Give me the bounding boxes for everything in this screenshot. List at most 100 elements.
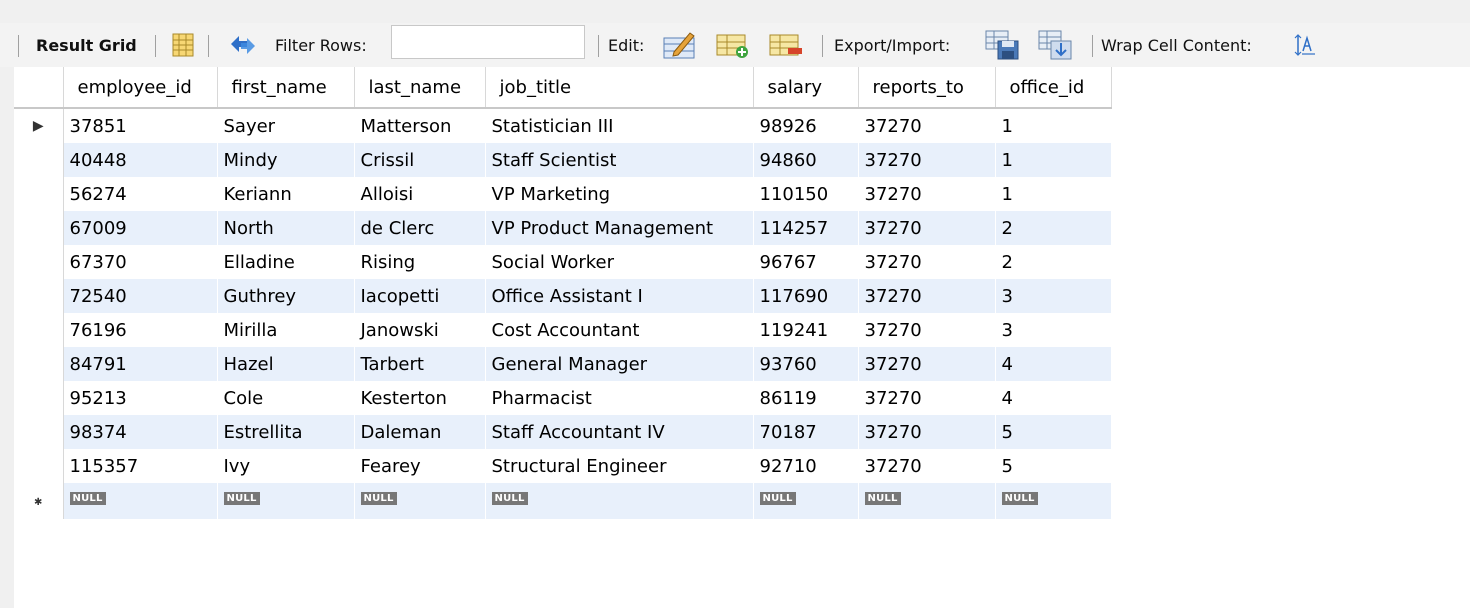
table-cell[interactable]: Cost Accountant (485, 313, 754, 347)
edit-row-icon[interactable] (662, 23, 698, 67)
table-cell[interactable]: Elladine (217, 245, 355, 279)
table-cell[interactable]: VP Marketing (485, 177, 754, 211)
table-cell[interactable]: 37270 (858, 143, 996, 177)
table-cell[interactable]: 37270 (858, 279, 996, 313)
table-cell[interactable]: 96767 (753, 245, 859, 279)
insert-row-icon[interactable] (715, 23, 751, 67)
table-cell[interactable]: 37270 (858, 449, 996, 483)
table-cell[interactable]: 2 (995, 245, 1112, 279)
table-cell[interactable]: 4 (995, 381, 1112, 415)
table-cell[interactable]: 3 (995, 313, 1112, 347)
table-cell[interactable]: Cole (217, 381, 355, 415)
table-row[interactable]: 72540 Guthrey Iacopetti Office Assistant I1… (14, 279, 1112, 313)
row-header[interactable] (14, 279, 64, 313)
row-header[interactable] (14, 313, 64, 347)
table-row[interactable]: 95213 Cole Kesterton Pharmacist 86119 37270 4 (14, 381, 1112, 415)
table-cell[interactable]: 37270 (858, 177, 996, 211)
table-cell[interactable]: Pharmacist (485, 381, 754, 415)
table-cell[interactable]: 86119 (753, 381, 859, 415)
table-cell[interactable]: 67370 (63, 245, 218, 279)
import-icon[interactable] (1037, 23, 1075, 67)
table-cell[interactable]: 37270 (858, 108, 996, 143)
table-cell[interactable]: Office Assistant I (485, 279, 754, 313)
table-cell[interactable]: NULL (485, 483, 754, 519)
table-cell[interactable]: 37270 (858, 245, 996, 279)
table-cell[interactable]: VP Product Management (485, 211, 754, 245)
row-header[interactable]: ✱ (14, 483, 64, 519)
row-header[interactable] (14, 143, 64, 177)
column-header[interactable]: job_title (485, 67, 754, 109)
table-cell[interactable]: 98374 (63, 415, 218, 449)
table-row[interactable]: 56274 Keriann Alloisi VP Marketing 110150 372… (14, 177, 1112, 211)
table-cell[interactable]: 1 (995, 108, 1112, 143)
row-header[interactable] (14, 381, 64, 415)
table-cell[interactable]: Staff Scientist (485, 143, 754, 177)
table-cell[interactable]: Tarbert (354, 347, 486, 381)
row-header[interactable] (14, 177, 64, 211)
table-cell[interactable]: 1 (995, 143, 1112, 177)
table-cell[interactable]: 117690 (753, 279, 859, 313)
table-cell[interactable]: Rising (354, 245, 486, 279)
table-cell[interactable]: 115357 (63, 449, 218, 483)
table-cell[interactable]: Guthrey (217, 279, 355, 313)
table-cell[interactable]: 4 (995, 347, 1112, 381)
filter-rows-input[interactable] (391, 25, 585, 59)
table-row[interactable]: 67370 Elladine Rising Social Worker 96767 372… (14, 245, 1112, 279)
table-cell[interactable]: Estrellita (217, 415, 355, 449)
table-cell[interactable]: 84791 (63, 347, 218, 381)
table-cell[interactable]: Ivy (217, 449, 355, 483)
table-cell[interactable]: Matterson (354, 108, 486, 143)
table-cell[interactable]: 76196 (63, 313, 218, 347)
table-cell[interactable]: 95213 (63, 381, 218, 415)
table-cell[interactable]: NULL (63, 483, 218, 519)
table-cell[interactable]: 56274 (63, 177, 218, 211)
table-cell[interactable]: 37270 (858, 313, 996, 347)
table-cell[interactable]: NULL (753, 483, 859, 519)
table-cell[interactable]: Hazel (217, 347, 355, 381)
result-grid-icon[interactable] (170, 23, 196, 67)
table-cell[interactable]: 114257 (753, 211, 859, 245)
table-row[interactable]: 98374 Estrellita Daleman Staff Accountant I… (14, 415, 1112, 449)
row-header[interactable]: ▶ (14, 108, 64, 143)
table-cell[interactable]: 2 (995, 211, 1112, 245)
table-cell[interactable]: NULL (858, 483, 996, 519)
table-cell[interactable]: 5 (995, 449, 1112, 483)
row-header[interactable] (14, 211, 64, 245)
column-header[interactable]: office_id (995, 67, 1112, 109)
table-cell[interactable]: 5 (995, 415, 1112, 449)
column-header[interactable]: salary (753, 67, 859, 109)
column-header[interactable]: first_name (217, 67, 355, 109)
table-cell[interactable]: Statistician III (485, 108, 754, 143)
row-header[interactable] (14, 347, 64, 381)
table-cell[interactable]: North (217, 211, 355, 245)
table-cell[interactable]: Kesterton (354, 381, 486, 415)
table-cell[interactable]: Janowski (354, 313, 486, 347)
table-cell[interactable]: Sayer (217, 108, 355, 143)
table-cell[interactable]: 93760 (753, 347, 859, 381)
table-cell[interactable]: General Manager (485, 347, 754, 381)
table-cell[interactable]: NULL (995, 483, 1112, 519)
table-row[interactable]: 67009 North de Clerc VP Product Management 1… (14, 211, 1112, 245)
table-cell[interactable]: 37851 (63, 108, 218, 143)
table-cell[interactable]: 70187 (753, 415, 859, 449)
table-cell[interactable]: NULL (354, 483, 486, 519)
table-cell[interactable]: 67009 (63, 211, 218, 245)
table-row[interactable]: 115357 Ivy Fearey Structural Engineer 92710 3… (14, 449, 1112, 483)
table-cell[interactable]: 40448 (63, 143, 218, 177)
column-header[interactable]: reports_to (858, 67, 996, 109)
table-cell[interactable]: Fearey (354, 449, 486, 483)
refresh-icon[interactable] (227, 23, 259, 67)
new-row[interactable]: ✱ NULL NULL NULL NULL NULL NULL NULL (14, 483, 1112, 519)
table-cell[interactable]: Alloisi (354, 177, 486, 211)
result-grid-button[interactable]: Result Grid (36, 23, 137, 67)
table-row[interactable]: 76196 Mirilla Janowski Cost Accountant 11924… (14, 313, 1112, 347)
table-cell[interactable]: Social Worker (485, 245, 754, 279)
table-cell[interactable]: Mindy (217, 143, 355, 177)
table-cell[interactable]: Daleman (354, 415, 486, 449)
table-cell[interactable]: 110150 (753, 177, 859, 211)
table-cell[interactable]: 37270 (858, 347, 996, 381)
table-cell[interactable]: Structural Engineer (485, 449, 754, 483)
table-cell[interactable]: 72540 (63, 279, 218, 313)
table-row[interactable]: ▶ 37851 Sayer Matterson Statistician III 9892… (14, 108, 1112, 143)
delete-row-icon[interactable] (768, 23, 804, 67)
